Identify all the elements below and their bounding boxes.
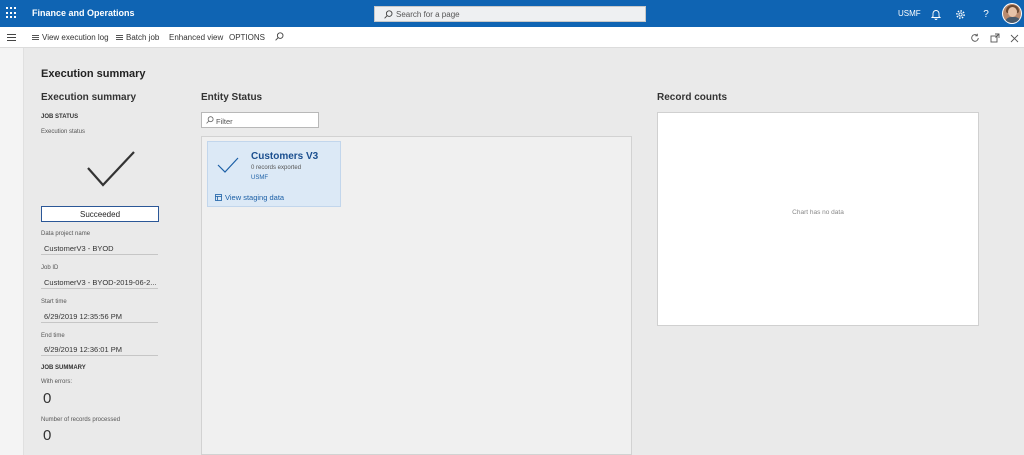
job-summary-group-label: JOB SUMMARY	[41, 365, 86, 371]
view-execution-log-button[interactable]: View execution log	[32, 33, 109, 42]
entity-records-text: 0 records exported	[251, 165, 302, 171]
with-errors-label: With errors:	[41, 379, 73, 385]
start-time-field[interactable]: 6/29/2019 12:35:56 PM	[41, 309, 158, 323]
top-navigation-bar: Finance and Operations Search for a page…	[0, 0, 1024, 27]
view-staging-data-link[interactable]: View staging data	[215, 193, 284, 203]
popout-icon[interactable]	[989, 32, 1001, 44]
record-counts-chart: Chart has no data	[657, 112, 979, 326]
entity-name: Customers V3	[251, 151, 319, 162]
record-counts-heading: Record counts	[657, 92, 728, 103]
action-pane: View execution log Batch job Enhanced vi…	[0, 27, 1024, 48]
entity-status-heading: Entity Status	[201, 92, 263, 103]
options-tab[interactable]: OPTIONS	[229, 33, 265, 42]
search-input[interactable]: Search for a page	[374, 6, 646, 22]
start-time-label: Start time	[41, 299, 67, 305]
chart-empty-message: Chart has no data	[792, 209, 844, 216]
avatar[interactable]	[1002, 3, 1022, 24]
search-icon	[384, 10, 393, 21]
job-status-group-label: JOB STATUS	[41, 114, 79, 120]
job-id-field[interactable]: CustomerV3 - BYOD-2019-06-2...	[41, 275, 158, 289]
with-errors-value: 0	[43, 390, 52, 407]
navigation-pane-strip	[0, 48, 24, 455]
data-project-name-field[interactable]: CustomerV3 - BYOD	[41, 241, 158, 255]
hamburger-menu-icon[interactable]	[7, 34, 16, 41]
search-icon[interactable]	[275, 32, 284, 43]
execution-summary-heading: Execution summary	[41, 92, 137, 103]
end-time-field[interactable]: 6/29/2019 12:36:01 PM	[41, 342, 158, 356]
data-project-name-label: Data project name	[41, 231, 91, 237]
page-title: Execution summary	[41, 68, 146, 80]
execution-status-label: Execution status	[41, 129, 86, 135]
job-id-label: Job ID	[41, 265, 59, 271]
bell-icon[interactable]	[929, 7, 943, 21]
close-icon[interactable]	[1008, 32, 1020, 44]
records-processed-value: 0	[43, 427, 52, 444]
company-picker[interactable]: USMF	[898, 9, 921, 18]
table-icon	[215, 193, 222, 203]
search-placeholder: Search for a page	[396, 10, 460, 19]
filter-input[interactable]: Filter	[201, 112, 319, 128]
waffle-icon[interactable]	[6, 7, 18, 19]
records-processed-label: Number of records processed	[41, 417, 121, 423]
enhanced-view-button[interactable]: Enhanced view	[169, 33, 223, 42]
checkmark-icon	[217, 157, 239, 176]
filter-placeholder: Filter	[216, 116, 233, 126]
end-time-label: End time	[41, 333, 65, 339]
gear-icon[interactable]	[953, 7, 967, 21]
refresh-icon[interactable]	[969, 32, 981, 44]
entity-tile[interactable]: Customers V3 0 records exported USMF Vie…	[207, 141, 341, 207]
batch-job-button[interactable]: Batch job	[116, 33, 159, 42]
entity-company: USMF	[251, 175, 268, 181]
help-icon[interactable]: ?	[979, 7, 993, 21]
checkmark-icon	[86, 150, 136, 190]
execution-status-badge[interactable]: Succeeded	[41, 206, 159, 222]
list-icon	[32, 34, 39, 41]
list-icon	[116, 34, 123, 41]
app-title[interactable]: Finance and Operations	[32, 8, 135, 18]
search-icon	[206, 116, 214, 126]
